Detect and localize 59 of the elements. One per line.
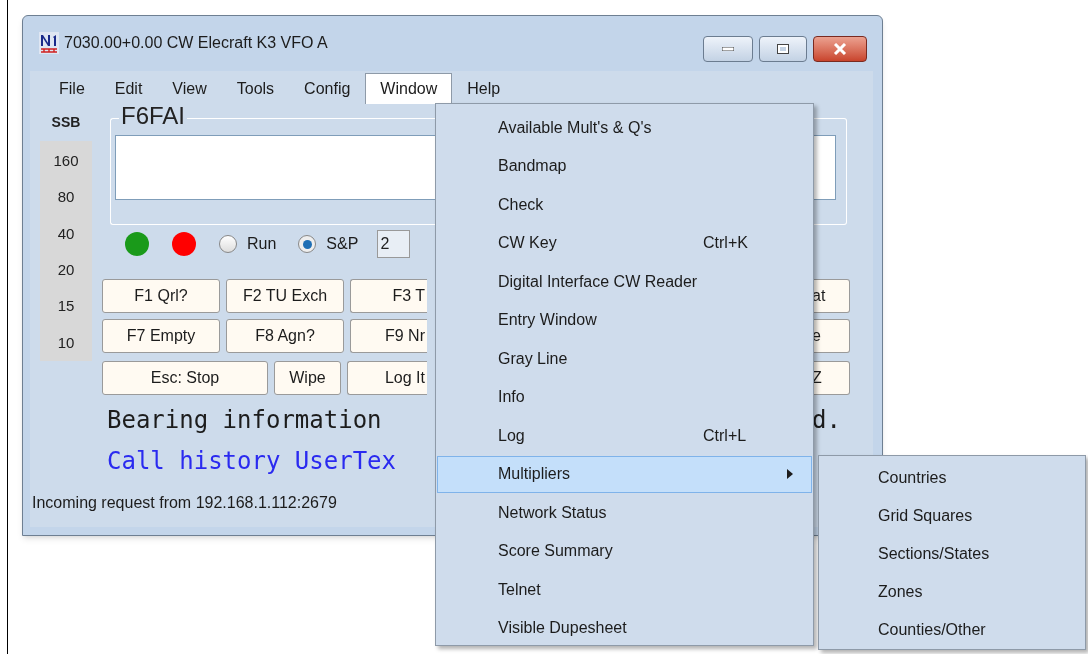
function-key-button[interactable]: F9 Nr [350,319,427,353]
menu-bar-item[interactable]: File [44,73,100,104]
band-label[interactable]: 40 [40,215,92,252]
entry-field[interactable] [115,135,435,200]
menu-item[interactable]: Bandmap [437,147,812,185]
band-label[interactable]: 10 [40,324,92,361]
radio-button[interactable]: S&P [298,232,359,256]
mode-label: SSB [50,113,82,132]
submenu-item[interactable]: Countries [819,459,1085,497]
function-key-button[interactable]: F8 Agn? [226,319,344,353]
submenu-item[interactable]: Counties/Other [819,611,1085,649]
band-label[interactable]: 160 [40,143,92,180]
menu-item[interactable]: Gray Line [437,340,812,377]
function-key-button[interactable]: Log It [347,361,427,395]
function-key-button[interactable]: F2 TU Exch [226,279,344,313]
message-line: Call history UserTex [106,446,397,477]
band-label[interactable]: 20 [40,252,92,289]
function-key-button[interactable]: F7 Empty [102,319,220,353]
menu-item[interactable]: Check [437,186,812,223]
message-line: d. [812,405,841,436]
close-icon [833,43,847,55]
menu-item[interactable]: Entry Window [437,301,812,339]
menu-bar-item[interactable]: Tools [221,73,290,104]
menu-bar-item[interactable]: View [157,73,222,104]
menu-item[interactable]: CW Key Ctrl+K [437,224,812,262]
menu-item[interactable]: Info [437,378,812,416]
maximize-button[interactable] [759,36,807,62]
maximize-icon [777,44,789,54]
radio-button[interactable]: Run [219,232,277,256]
menu-item[interactable]: Telnet [437,571,812,608]
status-bar-text: Incoming request from 192.168.1.112:2679 [32,493,337,513]
menu-item[interactable]: Visible Dupesheet [437,609,812,647]
menu-bar-item[interactable]: Window [365,73,453,104]
app-logo-icon [39,32,59,54]
entry-field[interactable] [812,135,836,200]
menu-item[interactable]: Digital Interface CW Reader [437,263,812,300]
menu-item[interactable]: Log Ctrl+L [437,417,812,454]
function-key-button[interactable]: F3 T [350,279,427,313]
menu-item[interactable]: Network Status [437,494,812,531]
dropdown-field[interactable]: 2 [377,230,411,258]
band-label[interactable]: 80 [40,179,92,216]
submenu-item[interactable]: Sections/States [819,535,1085,573]
function-key-button[interactable]: Esc: Stop [102,361,268,395]
message-line: Bearing information [106,405,383,436]
menu-item[interactable]: Multipliers [437,455,812,493]
window-title: 7030.00+0.00 CW Elecraft K3 VFO A [64,33,328,53]
menu-bar-item[interactable]: Edit [99,73,158,104]
minimize-button[interactable] [703,36,753,62]
menu-bar-item[interactable]: Help [452,73,516,104]
menu-item[interactable]: Available Mult's & Q's [437,109,812,146]
function-key-button[interactable]: F1 Qrl? [102,279,220,313]
minimize-icon [722,47,734,51]
submenu-item[interactable]: Grid Squares [819,497,1085,535]
close-button[interactable] [813,36,867,62]
submenu-item[interactable]: Zones [819,573,1085,611]
menu-item[interactable]: Score Summary [437,532,812,570]
band-label[interactable]: 15 [40,288,92,325]
function-key-button[interactable]: Wipe [274,361,341,395]
menu-bar-item[interactable]: Config [289,73,366,104]
